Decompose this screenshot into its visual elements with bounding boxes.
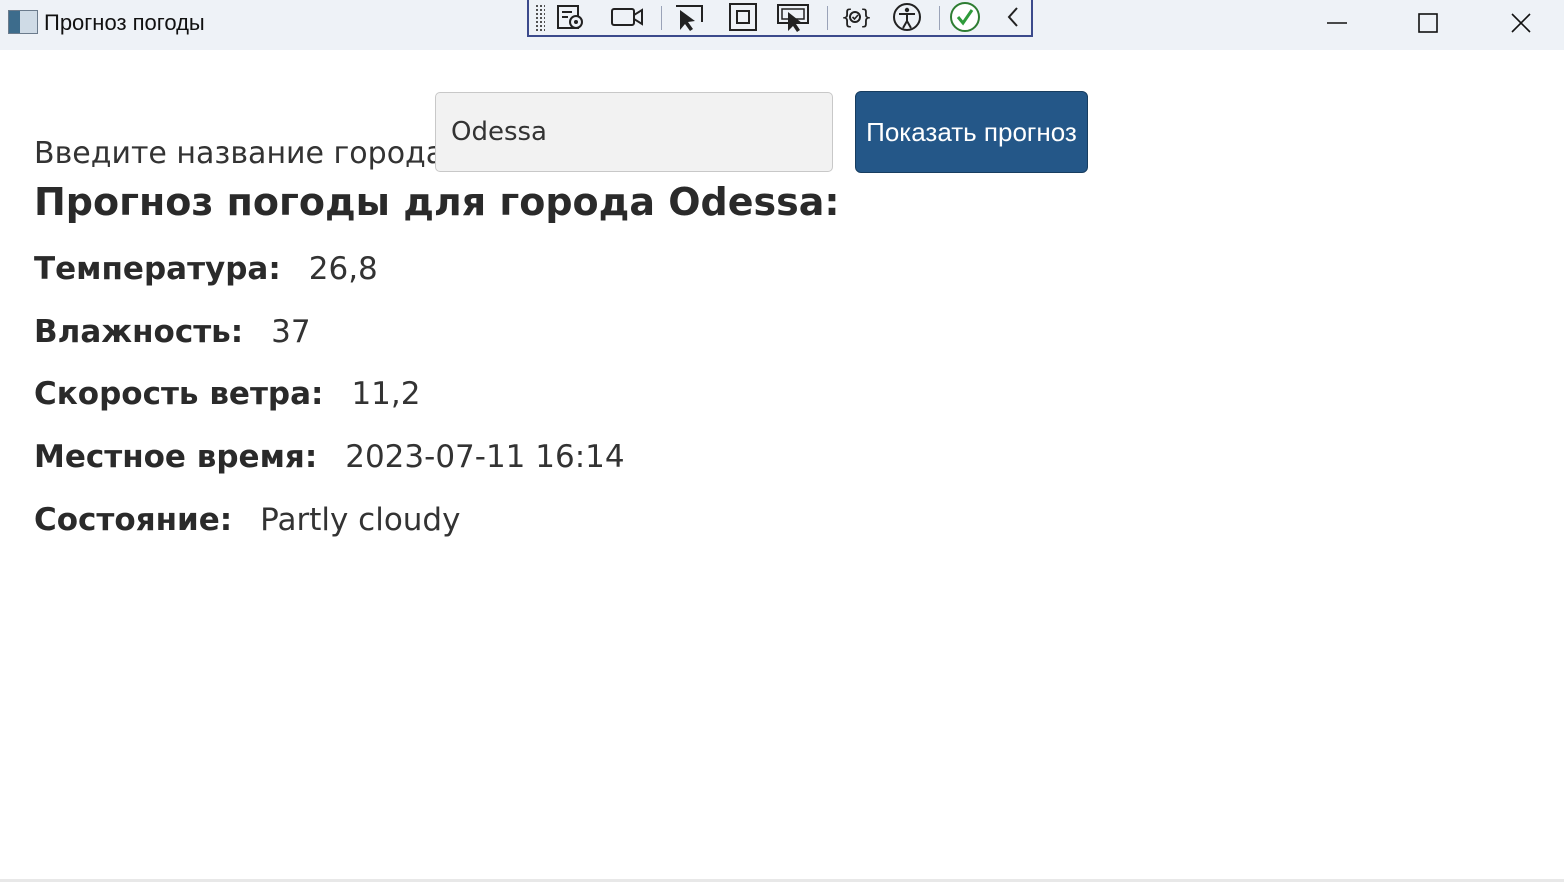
condition-value: Partly cloudy: [260, 502, 461, 538]
app-icon: [8, 10, 38, 34]
track-focus-icon[interactable]: [775, 2, 811, 32]
wind-speed-value: 11,2: [351, 376, 421, 412]
toolbar-separator: [661, 6, 662, 30]
minimize-button[interactable]: [1307, 4, 1367, 42]
condition-row: Состояние: Partly cloudy: [34, 502, 460, 538]
minimize-icon: [1327, 22, 1347, 24]
video-camera-icon[interactable]: [609, 2, 645, 32]
title-bar: Прогноз погоды {}: [0, 0, 1564, 50]
xaml-debug-toolbar: {}: [527, 0, 1033, 37]
local-time-row: Местное время: 2023-07-11 16:14: [34, 439, 625, 475]
close-button[interactable]: [1491, 4, 1551, 42]
live-visual-tree-icon[interactable]: [553, 2, 589, 32]
local-time-label: Местное время:: [34, 439, 318, 475]
temperature-label: Температура:: [34, 251, 281, 287]
humidity-label: Влажность:: [34, 314, 244, 350]
wind-speed-row: Скорость ветра: 11,2: [34, 376, 420, 412]
grip-icon[interactable]: [535, 4, 545, 32]
city-label: Введите название города:: [34, 136, 455, 171]
svg-text:}: }: [860, 5, 872, 29]
checkmark-icon[interactable]: [947, 2, 983, 32]
window-title: Прогноз погоды: [44, 10, 205, 35]
maximize-icon: [1418, 13, 1438, 33]
humidity-value: 37: [271, 314, 311, 350]
toolbar-separator: [827, 6, 828, 30]
temperature-value: 26,8: [308, 251, 378, 287]
display-layout-adorners-icon[interactable]: [725, 2, 761, 32]
forecast-heading: Прогноз погоды для города Odessa:: [34, 180, 840, 224]
temperature-row: Температура: 26,8: [34, 251, 378, 287]
maximize-button[interactable]: [1398, 4, 1458, 42]
city-input[interactable]: [435, 92, 833, 172]
svg-text:{: {: [841, 5, 853, 29]
local-time-value: 2023-07-11 16:14: [345, 439, 625, 475]
binding-failures-icon[interactable]: {}: [837, 2, 873, 32]
close-icon: [1511, 13, 1531, 33]
show-forecast-button[interactable]: Показать прогноз: [855, 91, 1088, 173]
collapse-chevron-icon[interactable]: [995, 2, 1031, 32]
wind-speed-label: Скорость ветра:: [34, 376, 324, 412]
accessibility-icon[interactable]: [889, 2, 925, 32]
toolbar-separator: [939, 6, 940, 30]
condition-label: Состояние:: [34, 502, 233, 538]
humidity-row: Влажность: 37: [34, 314, 311, 350]
select-element-icon[interactable]: [671, 2, 707, 32]
